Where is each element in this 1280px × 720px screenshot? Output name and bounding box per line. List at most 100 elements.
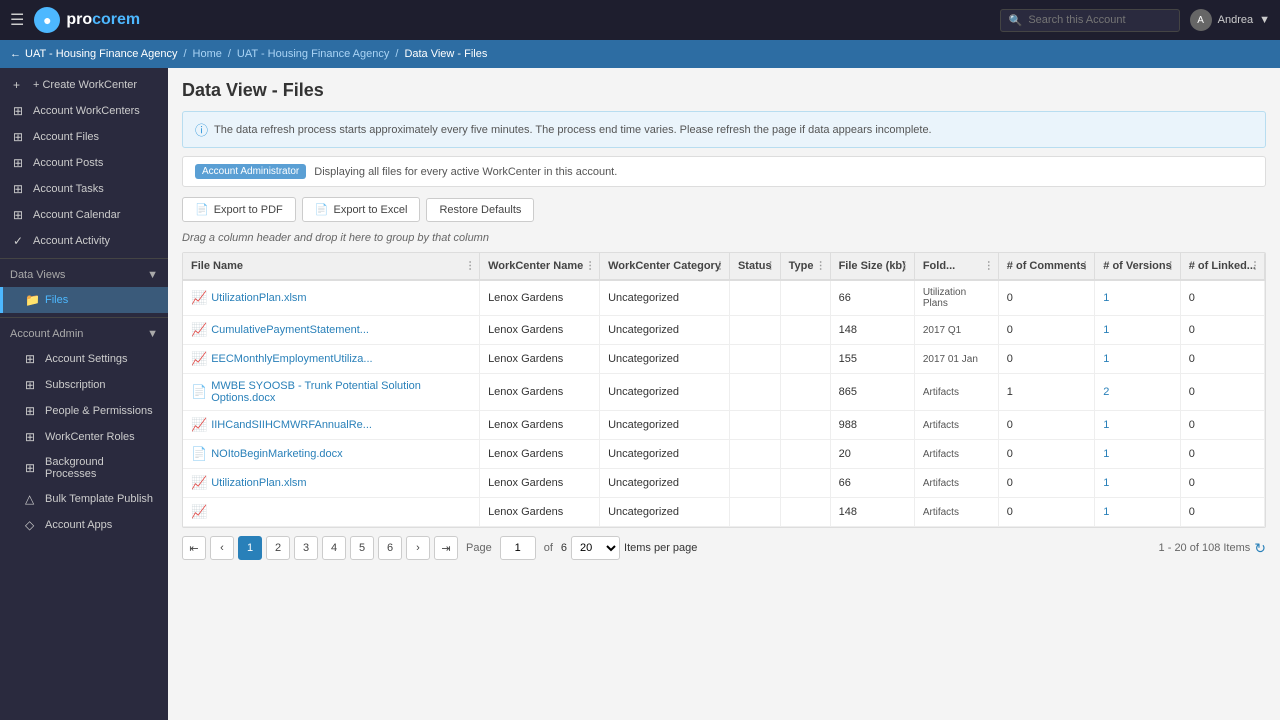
sidebar-section-dataviews[interactable]: Data Views ▼ <box>0 263 168 287</box>
col-header-size[interactable]: File Size (kb) ⋮ <box>830 253 914 280</box>
file-link[interactable]: 📈 UtilizationPlan.xlsm <box>191 290 471 306</box>
col-header-status[interactable]: Status ⋮ <box>729 253 780 280</box>
file-link[interactable]: 📈 IIHCandSIIHCMWRFAnnualRe... <box>191 417 471 433</box>
col-menu-versions[interactable]: ⋮ <box>1166 261 1176 272</box>
sidebar-item-account-files[interactable]: ⊞ Account Files <box>0 124 168 150</box>
col-menu-filename[interactable]: ⋮ <box>465 261 475 272</box>
page-btn-3[interactable]: 3 <box>294 536 318 560</box>
top-nav: ☰ ● procorem 🔍 A Andrea ▼ <box>0 0 1280 40</box>
page-last-btn[interactable]: ⇥ <box>434 536 458 560</box>
cell-status <box>729 345 780 374</box>
col-menu-status[interactable]: ⋮ <box>766 261 776 272</box>
breadcrumb-home[interactable]: Home <box>193 48 222 60</box>
cell-status <box>729 469 780 498</box>
cell-category: Uncategorized <box>600 411 730 440</box>
cell-comments: 0 <box>998 316 1094 345</box>
versions-link[interactable]: 1 <box>1103 353 1109 365</box>
sidebar-item-subscription[interactable]: ⊞ Subscription <box>0 372 168 398</box>
sidebar-item-create[interactable]: + + Create WorkCenter <box>0 72 168 98</box>
col-header-comments[interactable]: # of Comments ⋮ <box>998 253 1094 280</box>
sidebar-item-account-calendar[interactable]: ⊞ Account Calendar <box>0 202 168 228</box>
col-header-workcenter[interactable]: WorkCenter Name ⋮ <box>480 253 600 280</box>
pagination-bar: ⇤ ‹ 1 2 3 4 5 6 › ⇥ Page of 6 20 50 100 … <box>182 528 1266 562</box>
page-btn-6[interactable]: 6 <box>378 536 402 560</box>
sidebar-section-admin[interactable]: Account Admin ▼ <box>0 322 168 346</box>
versions-link[interactable]: 1 <box>1103 324 1109 336</box>
search-input[interactable] <box>1028 14 1168 26</box>
sidebar-item-account-posts[interactable]: ⊞ Account Posts <box>0 150 168 176</box>
file-link[interactable]: 📈 EECMonthlyEmploymentUtiliza... <box>191 351 471 367</box>
refresh-button[interactable]: ↻ <box>1254 540 1266 557</box>
col-header-category[interactable]: WorkCenter Category ⋮ <box>600 253 730 280</box>
col-menu-folder[interactable]: ⋮ <box>984 261 994 272</box>
cell-category: Uncategorized <box>600 280 730 316</box>
grid-icon-calendar: ⊞ <box>13 208 27 222</box>
col-menu-linked[interactable]: ⋮ <box>1250 261 1260 272</box>
page-btn-2[interactable]: 2 <box>266 536 290 560</box>
sidebar-item-bulk-publish[interactable]: △ Bulk Template Publish <box>0 486 168 512</box>
sidebar-label-workcenters: Account WorkCenters <box>33 105 140 117</box>
file-link[interactable]: 📄 MWBE SYOOSB - Trunk Potential Solution… <box>191 380 471 404</box>
col-header-filename[interactable]: File Name ⋮ <box>183 253 480 280</box>
col-menu-cat[interactable]: ⋮ <box>715 261 725 272</box>
user-menu[interactable]: A Andrea ▼ <box>1190 9 1270 31</box>
col-menu-type[interactable]: ⋮ <box>816 261 826 272</box>
drag-hint: Drag a column header and drop it here to… <box>182 232 1266 244</box>
file-name-text: MWBE SYOOSB - Trunk Potential Solution O… <box>211 380 471 404</box>
sidebar-item-wc-roles[interactable]: ⊞ WorkCenter Roles <box>0 424 168 450</box>
export-pdf-button[interactable]: 📄 Export to PDF <box>182 197 296 222</box>
col-header-type[interactable]: Type ⋮ <box>780 253 830 280</box>
page-btn-5[interactable]: 5 <box>350 536 374 560</box>
sidebar-item-account-tasks[interactable]: ⊞ Account Tasks <box>0 176 168 202</box>
page-next-btn[interactable]: › <box>406 536 430 560</box>
versions-link[interactable]: 2 <box>1103 386 1109 398</box>
table-row: 📈 UtilizationPlan.xlsm Lenox Gardens Unc… <box>183 280 1265 316</box>
col-header-linked[interactable]: # of Linked... ⋮ <box>1180 253 1264 280</box>
versions-link[interactable]: 1 <box>1103 506 1109 518</box>
breadcrumb-parent[interactable]: UAT - Housing Finance Agency <box>237 48 389 60</box>
page-btn-4[interactable]: 4 <box>322 536 346 560</box>
roles-icon: ⊞ <box>25 430 39 444</box>
export-excel-button[interactable]: 📄 Export to Excel <box>302 197 421 222</box>
versions-link[interactable]: 1 <box>1103 448 1109 460</box>
restore-label: Restore Defaults <box>439 204 521 216</box>
page-input[interactable] <box>500 536 536 560</box>
sidebar-item-account-activity[interactable]: ✓ Account Activity <box>0 228 168 254</box>
sidebar-item-people[interactable]: ⊞ People & Permissions <box>0 398 168 424</box>
cell-category: Uncategorized <box>600 440 730 469</box>
cell-comments: 0 <box>998 411 1094 440</box>
search-box[interactable]: 🔍 <box>1000 9 1180 32</box>
col-menu-comments[interactable]: ⋮ <box>1080 261 1090 272</box>
sidebar-item-account-workcenters[interactable]: ⊞ Account WorkCenters <box>0 98 168 124</box>
page-btn-1[interactable]: 1 <box>238 536 262 560</box>
file-link[interactable]: 📄 NOItoBeginMarketing.docx <box>191 446 471 462</box>
sidebar-item-files[interactable]: 📁 Files <box>0 287 168 313</box>
cell-workcenter: Lenox Gardens <box>480 316 600 345</box>
data-table-wrapper: File Name ⋮ WorkCenter Name ⋮ WorkCenter… <box>182 252 1266 528</box>
cell-comments: 0 <box>998 440 1094 469</box>
col-menu-wc[interactable]: ⋮ <box>585 261 595 272</box>
page-first-btn[interactable]: ⇤ <box>182 536 206 560</box>
col-header-folder[interactable]: Fold... ⋮ <box>914 253 998 280</box>
restore-defaults-button[interactable]: Restore Defaults <box>426 198 534 222</box>
sidebar-item-bg-processes[interactable]: ⊞ Background Processes <box>0 450 168 486</box>
items-per-page-select[interactable]: 20 50 100 <box>571 536 620 560</box>
file-link[interactable]: 📈 <box>191 504 471 520</box>
cell-linked: 0 <box>1180 280 1264 316</box>
back-button[interactable]: ← UAT - Housing Finance Agency <box>10 48 177 60</box>
file-link[interactable]: 📈 UtilizationPlan.xlsm <box>191 475 471 491</box>
file-link[interactable]: 📈 CumulativePaymentStatement... <box>191 322 471 338</box>
bg-processes-icon: ⊞ <box>25 461 39 475</box>
sidebar-item-account-settings[interactable]: ⊞ Account Settings <box>0 346 168 372</box>
cell-type <box>780 498 830 527</box>
sidebar-item-account-apps[interactable]: ◇ Account Apps <box>0 512 168 538</box>
col-header-versions[interactable]: # of Versions ⋮ <box>1095 253 1180 280</box>
page-prev-btn[interactable]: ‹ <box>210 536 234 560</box>
versions-link[interactable]: 1 <box>1103 292 1109 304</box>
back-arrow-icon: ← <box>10 48 21 60</box>
col-menu-size[interactable]: ⋮ <box>900 261 910 272</box>
hamburger-menu[interactable]: ☰ <box>10 10 24 30</box>
back-label[interactable]: UAT - Housing Finance Agency <box>25 48 177 60</box>
versions-link[interactable]: 1 <box>1103 477 1109 489</box>
versions-link[interactable]: 1 <box>1103 419 1109 431</box>
